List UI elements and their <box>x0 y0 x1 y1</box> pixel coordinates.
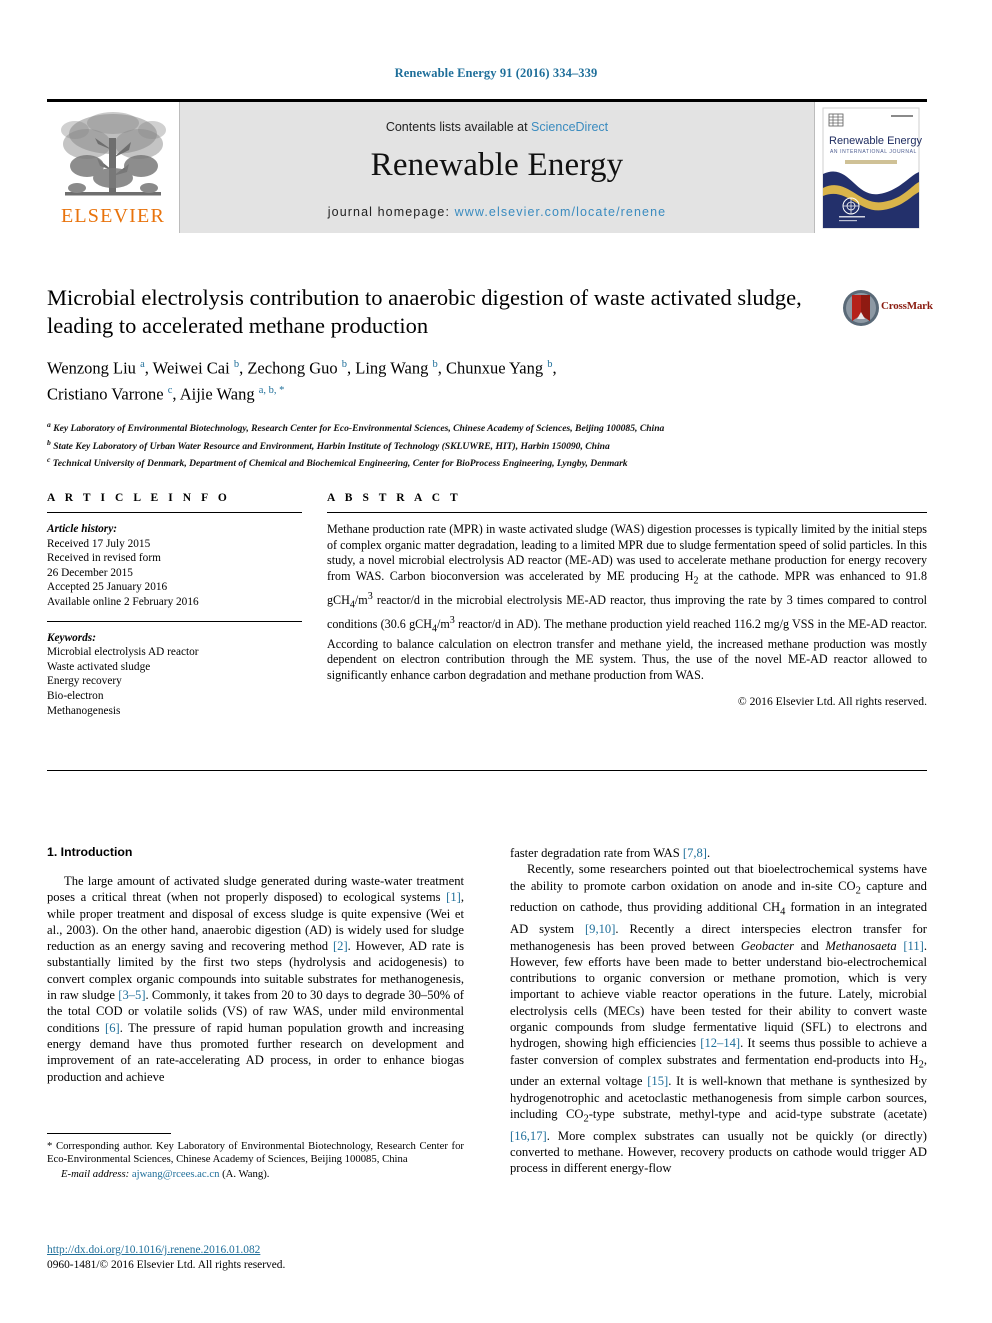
affiliation-item: b State Key Laboratory of Urban Water Re… <box>47 436 927 454</box>
text-run: and <box>794 938 826 953</box>
contents-prefix: Contents lists available at <box>385 120 532 134</box>
intro-paragraph-left: The large amount of activated sludge gen… <box>47 873 464 1085</box>
author-line-2: Cristiano Varrone c, Aijie Wang a, b, * <box>47 384 285 403</box>
article-title: Microbial electrolysis contribution to a… <box>47 285 802 338</box>
abstract-part: /m <box>437 616 450 631</box>
abstract-column: A B S T R A C T Methane production rate … <box>327 492 927 718</box>
svg-text:AN INTERNATIONAL JOURNAL: AN INTERNATIONAL JOURNAL <box>830 149 917 155</box>
article-info-column: A R T I C L E I N F O Article history: R… <box>47 492 302 718</box>
author-list: Wenzong Liu a, Weiwei Cai b, Zechong Guo… <box>47 354 877 405</box>
affiliation-item: c Technical University of Denmark, Depar… <box>47 453 927 471</box>
keyword-item: Energy recovery <box>47 675 122 688</box>
journal-masthead: ELSEVIER Contents lists available at Sci… <box>47 99 927 233</box>
sciencedirect-link[interactable]: ScienceDirect <box>531 120 608 134</box>
crossmark-label: CrossMark <box>881 300 933 312</box>
affiliation-text: State Key Laboratory of Urban Water Reso… <box>53 440 610 452</box>
running-head: Renewable Energy 91 (2016) 334–339 <box>394 66 598 80</box>
email-suffix: (A. Wang). <box>222 1167 270 1180</box>
svg-text:Renewable Energy: Renewable Energy <box>829 135 922 147</box>
keyword-item: Bio-electron <box>47 689 104 702</box>
history-item: Received 17 July 2015 <box>47 537 151 550</box>
abstract-part: /m <box>354 592 368 607</box>
text-run: -type substrate, methyl-type and acid-ty… <box>588 1107 927 1121</box>
citation-ref[interactable]: [11] <box>903 939 924 953</box>
intro-paragraph-continuation: faster degradation rate from WAS [7,8]. <box>510 845 927 861</box>
keywords-list: Keywords: Microbial electrolysis AD reac… <box>47 631 302 719</box>
text-run: The large amount of activated sludge gen… <box>47 874 464 905</box>
citation-ref[interactable]: [2] <box>333 939 348 953</box>
journal-title: Renewable Energy <box>370 147 624 183</box>
history-item: Accepted 25 January 2016 <box>47 581 168 594</box>
divider <box>47 1133 171 1134</box>
affiliation-text: Key Laboratory of Environmental Biotechn… <box>53 423 665 435</box>
article-info-heading: A R T I C L E I N F O <box>47 492 231 504</box>
text-run: . However, few efforts have been made to… <box>510 938 927 1051</box>
masthead-center: Contents lists available at ScienceDirec… <box>180 102 814 233</box>
homepage-link[interactable]: www.elsevier.com/locate/renene <box>455 205 667 219</box>
affiliation-mark: c <box>47 455 51 465</box>
divider <box>47 770 927 771</box>
author-line-1: Wenzong Liu a, Weiwei Cai b, Zechong Guo… <box>47 358 557 378</box>
citation-ref[interactable]: [9,10] <box>585 922 615 936</box>
email-label: E-mail address: <box>61 1167 130 1180</box>
divider <box>47 620 302 622</box>
text-run: . <box>707 846 711 860</box>
journal-cover-thumbnail[interactable]: Renewable Energy AN INTERNATIONAL JOURNA… <box>814 102 927 233</box>
email-line: E-mail address: ajwang@rcees.ac.cn (A. W… <box>47 1168 464 1181</box>
elsevier-tree-icon <box>61 112 166 196</box>
crossmark-icon <box>843 290 879 326</box>
citation-ref[interactable]: [12–14] <box>700 1036 740 1050</box>
info-abstract-section: A R T I C L E I N F O Article history: R… <box>47 492 927 718</box>
keyword-item: Methanogenesis <box>47 704 121 717</box>
organism-name: Methanosaeta <box>825 938 897 953</box>
article-page: Renewable Energy 91 (2016) 334–339 ELSEV… <box>0 0 992 1323</box>
intro-paragraph-right: Recently, some researchers pointed out t… <box>510 861 927 1176</box>
citation-ref[interactable]: [7,8] <box>683 846 707 860</box>
homepage-prefix: journal homepage: <box>327 205 455 219</box>
organism-name: Geobacter <box>740 938 795 953</box>
history-item: Received in revised form <box>47 552 161 565</box>
corresponding-author-footnote: * Corresponding author. Key Laboratory o… <box>47 1133 464 1181</box>
text-run: . More complex substrates can usually no… <box>510 1128 927 1176</box>
doi-link[interactable]: http://dx.doi.org/10.1016/j.renene.2016.… <box>47 1243 547 1258</box>
section-heading-introduction: 1. Introduction <box>47 845 133 859</box>
text-run: faster degradation rate from WAS <box>510 846 683 860</box>
divider <box>327 512 927 513</box>
footer-doi-block: http://dx.doi.org/10.1016/j.renene.2016.… <box>47 1243 547 1273</box>
journal-homepage-line: journal homepage: www.elsevier.com/locat… <box>180 205 814 219</box>
keyword-item: Waste activated sludge <box>47 660 151 673</box>
abstract-heading: A B S T R A C T <box>327 492 462 504</box>
abstract-text: Methane production rate (MPR) in waste a… <box>327 522 927 684</box>
elsevier-wordmark: ELSEVIER <box>60 205 166 227</box>
article-history: Article history: Received 17 July 2015 R… <box>47 522 302 610</box>
affiliation-item: a Key Laboratory of Environmental Biotec… <box>47 418 927 436</box>
citation-ref[interactable]: [16,17] <box>510 1129 547 1143</box>
body-column-left: 1. Introduction The large amount of acti… <box>47 845 464 1177</box>
article-history-label: Article history: <box>47 523 117 535</box>
crossmark-badge[interactable]: CrossMark <box>841 288 933 330</box>
citation-ref[interactable]: [6] <box>105 1021 120 1035</box>
body-column-right: faster degradation rate from WAS [7,8] . … <box>510 845 927 1177</box>
affiliation-text: Technical University of Denmark, Departm… <box>52 458 628 470</box>
email-link[interactable]: ajwang@rcees.ac.cn <box>132 1168 220 1180</box>
affiliation-mark: a <box>47 420 51 429</box>
history-item: 26 December 2015 <box>47 566 133 579</box>
citation-ref[interactable]: [3–5] <box>118 988 145 1002</box>
citation-ref[interactable]: [1] <box>446 890 461 904</box>
citation-ref[interactable]: [15] <box>647 1074 668 1088</box>
affiliation-list: a Key Laboratory of Environmental Biotec… <box>47 418 927 471</box>
elsevier-logo: ELSEVIER <box>47 102 180 233</box>
history-item: Available online 2 February 2016 <box>47 595 199 608</box>
keyword-item: Microbial electrolysis AD reactor <box>47 646 199 659</box>
corresponding-author-text: * Corresponding author. Key Laboratory o… <box>47 1140 464 1166</box>
affiliation-mark: b <box>47 437 51 447</box>
body-columns: 1. Introduction The large amount of acti… <box>47 845 927 1177</box>
title-block: Microbial electrolysis contribution to a… <box>47 284 933 471</box>
cover-artwork-icon: Renewable Energy AN INTERNATIONAL JOURNA… <box>822 107 922 229</box>
issn-copyright-line: 0960-1481/© 2016 Elsevier Ltd. All right… <box>47 1259 286 1271</box>
keywords-label: Keywords: <box>47 631 96 644</box>
contents-available-line: Contents lists available at ScienceDirec… <box>180 102 814 134</box>
divider <box>47 512 302 513</box>
abstract-copyright: © 2016 Elsevier Ltd. All rights reserved… <box>737 694 927 708</box>
